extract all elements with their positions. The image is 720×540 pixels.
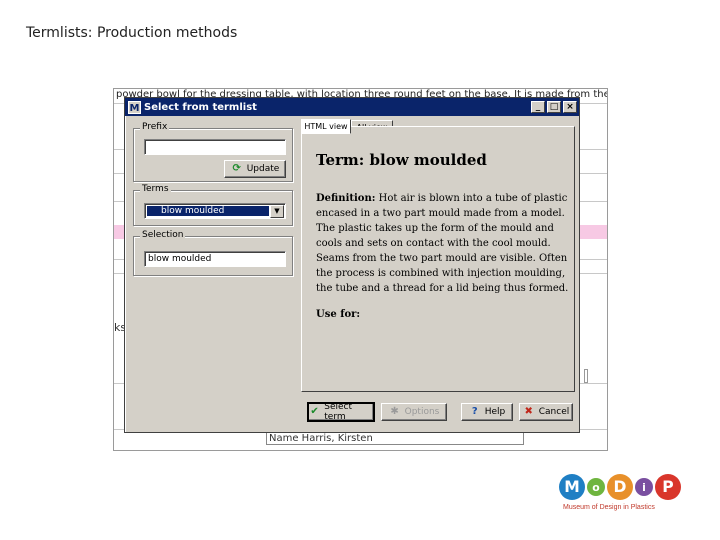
logo-letters: MoDiP: [559, 474, 699, 500]
background-name-field[interactable]: Name Harris, Kirsten: [266, 432, 524, 445]
term-viewer-panel: Term: blow moulded Definition: Hot air i…: [301, 126, 575, 392]
definition-text: Hot air is blown into a tube of plastic …: [316, 193, 569, 294]
logo-letter-d: D: [607, 474, 633, 500]
help-button[interactable]: ? Help: [461, 403, 513, 421]
dialog-title: Select from termlist: [144, 101, 257, 113]
use-for-label: Use for:: [316, 309, 361, 320]
logo-letter-i: i: [635, 478, 653, 496]
dialog-titlebar[interactable]: M Select from termlist _ □ ×: [125, 98, 579, 116]
cancel-label: Cancel: [538, 407, 570, 417]
checkmark-icon: ✔: [310, 406, 319, 417]
prefix-input[interactable]: [144, 139, 286, 155]
help-label: Help: [484, 407, 506, 417]
cancel-button[interactable]: ✖ Cancel: [519, 403, 573, 421]
logo-letter-o: o: [587, 478, 605, 496]
logo-letter-p: P: [655, 474, 681, 500]
options-button[interactable]: ✱ Options: [381, 403, 447, 421]
select-term-label: Select term: [324, 402, 353, 422]
select-term-button[interactable]: ✔ Select term: [307, 402, 375, 422]
prefix-label: Prefix: [140, 122, 170, 132]
term-html-view: Term: blow moulded Definition: Hot air i…: [306, 131, 570, 387]
selection-input[interactable]: blow moulded: [144, 251, 286, 267]
term-definition: Definition: Hot air is blown into a tube…: [316, 191, 570, 296]
tab-html-view[interactable]: HTML view: [301, 119, 351, 134]
refresh-icon: ⟳: [232, 163, 241, 174]
minimize-button[interactable]: _: [531, 101, 545, 113]
options-label: Options: [404, 407, 440, 417]
definition-label: Definition:: [316, 193, 376, 204]
terms-label: Terms: [140, 184, 171, 194]
select-from-termlist-dialog: M Select from termlist _ □ × Prefix ⟳ Up…: [124, 97, 580, 433]
app-icon: M: [128, 100, 141, 114]
selection-label: Selection: [140, 230, 186, 240]
logo-tagline: Museum of Design in Plastics: [563, 504, 655, 511]
close-button[interactable]: ×: [563, 101, 577, 113]
terms-group: Terms blow moulded ▼: [133, 184, 293, 226]
dropdown-arrow-icon[interactable]: ▼: [270, 205, 284, 218]
terms-select[interactable]: blow moulded ▼: [144, 203, 286, 219]
update-button-label: Update: [246, 164, 280, 174]
selection-group: Selection blow moulded: [133, 230, 293, 276]
prefix-group: Prefix ⟳ Update: [133, 122, 293, 182]
terms-selected-value: blow moulded: [147, 206, 269, 216]
slide-title: Termlists: Production methods: [26, 25, 238, 41]
options-icon: ✱: [390, 406, 399, 417]
cancel-x-icon: ✖: [524, 406, 533, 417]
logo-letter-m: M: [559, 474, 585, 500]
modip-logo: MoDiP Museum of Design in Plastics: [559, 474, 699, 518]
background-control: [584, 369, 588, 383]
maximize-button[interactable]: □: [547, 101, 561, 113]
term-heading: Term: blow moulded: [316, 151, 487, 169]
question-mark-icon: ?: [471, 406, 478, 417]
application-screenshot: powder bowl for the dressing table, with…: [113, 88, 608, 451]
update-button[interactable]: ⟳ Update: [224, 160, 286, 178]
